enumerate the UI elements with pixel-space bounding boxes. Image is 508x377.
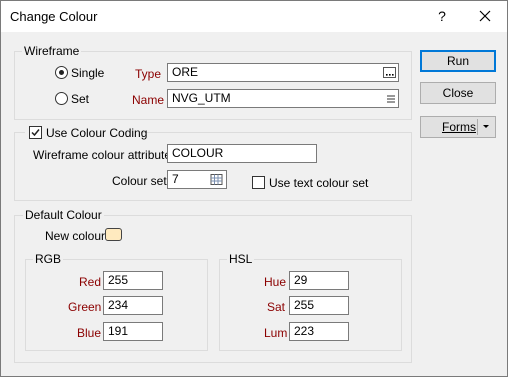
attribute-input[interactable]: COLOUR (167, 144, 317, 163)
ellipsis-box-icon (383, 67, 396, 78)
hue-input[interactable]: 29 (289, 271, 349, 290)
colour-set-picker-button[interactable] (209, 173, 225, 187)
forms-label: Forms (442, 120, 476, 134)
use-colour-coding-checkbox[interactable] (29, 126, 42, 139)
new-colour-label: New colour (45, 229, 106, 243)
green-label: Green (68, 300, 102, 314)
wireframe-group (14, 51, 412, 120)
change-colour-dialog: Change Colour ? Wireframe Single Set Typ… (0, 0, 508, 377)
window-title: Change Colour (10, 9, 98, 24)
type-browse-button[interactable] (382, 66, 398, 80)
type-value: ORE (172, 65, 199, 79)
lum-input[interactable]: 223 (289, 322, 349, 341)
green-value: 234 (108, 298, 129, 312)
blue-value: 191 (108, 324, 129, 338)
rgb-legend: RGB (33, 252, 64, 266)
help-button[interactable]: ? (432, 6, 452, 26)
name-list-button[interactable] (383, 92, 399, 106)
forms-button[interactable]: Forms (420, 116, 496, 138)
colour-set-value: 7 (172, 172, 179, 186)
set-radio[interactable] (55, 92, 68, 105)
palette-grid-icon (210, 174, 223, 185)
single-radio[interactable] (55, 66, 68, 79)
hsl-legend: HSL (227, 252, 255, 266)
name-input[interactable]: NVG_UTM (167, 89, 399, 108)
green-input[interactable]: 234 (103, 296, 163, 315)
sat-input[interactable]: 255 (289, 296, 349, 315)
checkmark-icon (31, 129, 40, 137)
type-label: Type (135, 67, 162, 81)
default-colour-legend: Default Colour (23, 208, 104, 222)
blue-label: Blue (77, 326, 102, 340)
name-value: NVG_UTM (172, 91, 231, 105)
sat-value: 255 (294, 298, 315, 312)
colour-swatch[interactable] (105, 228, 122, 241)
list-icon (387, 95, 395, 103)
close-icon (479, 10, 491, 22)
run-button[interactable]: Run (420, 50, 496, 72)
type-input[interactable]: ORE (167, 63, 399, 82)
sat-label: Sat (267, 300, 286, 314)
colour-coding-group (14, 132, 412, 201)
red-value: 255 (108, 273, 129, 287)
blue-input[interactable]: 191 (103, 322, 163, 341)
single-label: Single (71, 66, 105, 80)
dropdown-arrow-icon[interactable] (480, 117, 492, 137)
title-bar: Change Colour ? (1, 1, 507, 32)
attribute-label: Wireframe colour attribute (33, 148, 172, 162)
set-label: Set (71, 92, 90, 106)
attribute-value: COLOUR (172, 146, 224, 160)
wireframe-legend: Wireframe (22, 44, 82, 58)
name-label: Name (132, 93, 165, 107)
lum-value: 223 (294, 324, 315, 338)
use-colour-coding-label: Use Colour Coding (46, 126, 148, 140)
use-text-colour-set-checkbox[interactable] (252, 176, 265, 189)
use-text-colour-set-label: Use text colour set (269, 176, 369, 190)
hue-label: Hue (264, 275, 287, 289)
forms-divider (477, 119, 478, 135)
red-label: Red (79, 275, 102, 289)
close-button[interactable]: Close (420, 82, 496, 104)
red-input[interactable]: 255 (103, 271, 163, 290)
lum-label: Lum (264, 326, 288, 340)
hue-value: 29 (294, 273, 308, 287)
close-window-button[interactable] (473, 6, 497, 26)
colour-set-label: Colour set (112, 174, 167, 188)
